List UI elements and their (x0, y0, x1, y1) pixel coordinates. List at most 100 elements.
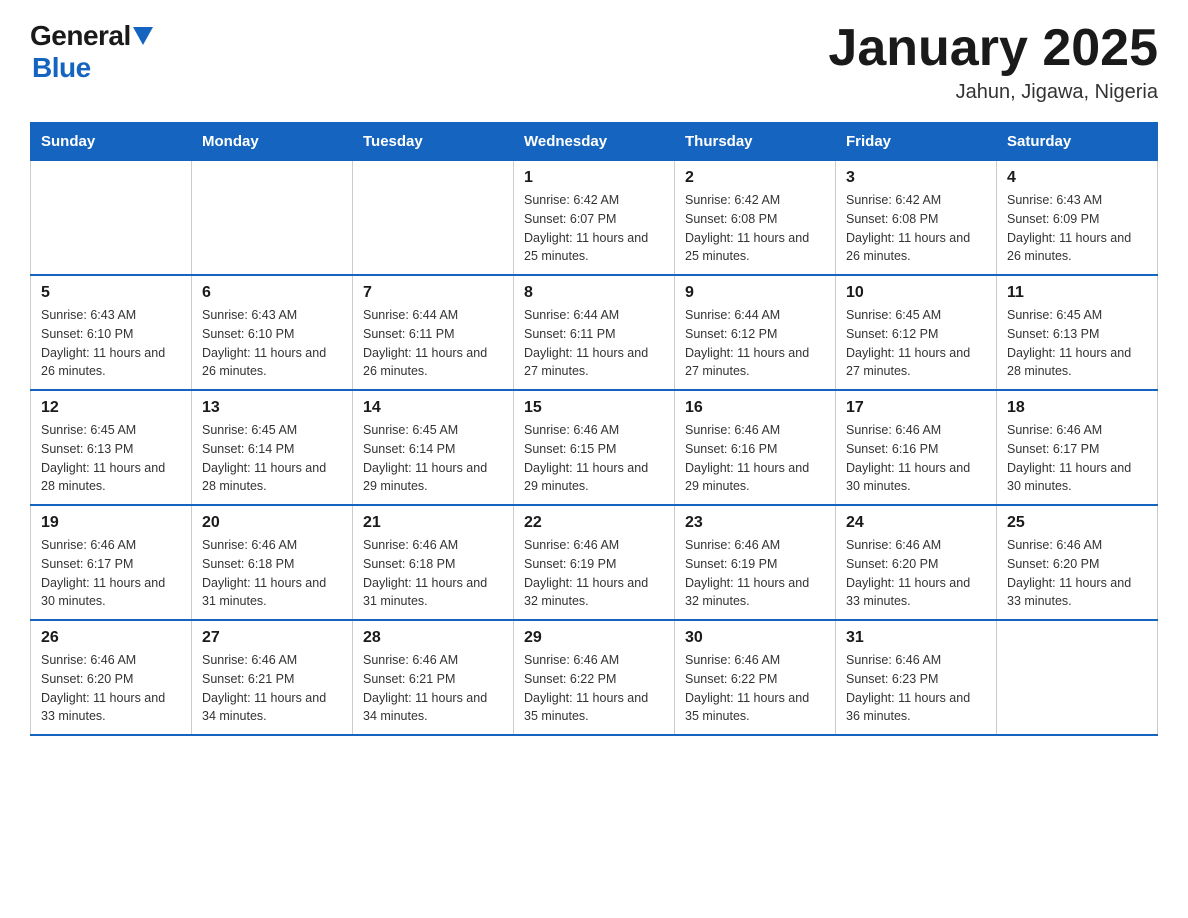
calendar-cell: 21 Sunrise: 6:46 AMSunset: 6:18 PMDayligh… (353, 505, 514, 620)
day-number: 18 (1007, 399, 1147, 417)
day-number: 5 (41, 284, 181, 302)
calendar-header-row: SundayMondayTuesdayWednesdayThursdayFrid… (31, 123, 1158, 161)
calendar-cell: 29 Sunrise: 6:46 AMSunset: 6:22 PMDayligh… (514, 620, 675, 735)
calendar-cell: 30 Sunrise: 6:46 AMSunset: 6:22 PMDayligh… (675, 620, 836, 735)
page-header: General Blue January 2025 Jahun, Jigawa,… (30, 20, 1158, 104)
day-info: Sunrise: 6:46 AMSunset: 6:19 PMDaylight:… (524, 536, 664, 611)
page-title: January 2025 (828, 20, 1158, 77)
calendar-cell: 10 Sunrise: 6:45 AMSunset: 6:12 PMDayligh… (836, 275, 997, 390)
logo-triangle-icon (133, 27, 153, 47)
calendar-week-row: 12Sunrise: 6:45 AMSunset: 6:13 PMDayligh… (31, 390, 1158, 505)
calendar-cell: 22 Sunrise: 6:46 AMSunset: 6:19 PMDayligh… (514, 505, 675, 620)
day-info: Sunrise: 6:43 AMSunset: 6:10 PMDaylight:… (41, 306, 181, 381)
calendar-day-header: Monday (192, 123, 353, 161)
day-number: 20 (202, 514, 342, 532)
calendar-cell: 26 Sunrise: 6:46 AMSunset: 6:20 PMDayligh… (31, 620, 192, 735)
calendar-cell: 14 Sunrise: 6:45 AMSunset: 6:14 PMDayligh… (353, 390, 514, 505)
day-number: 27 (202, 629, 342, 647)
calendar-cell: 4 Sunrise: 6:43 AMSunset: 6:09 PMDaylight… (997, 161, 1158, 276)
day-number: 7 (363, 284, 503, 302)
day-info: Sunrise: 6:46 AMSunset: 6:18 PMDaylight:… (202, 536, 342, 611)
day-number: 1 (524, 169, 664, 187)
calendar-cell: 2 Sunrise: 6:42 AMSunset: 6:08 PMDaylight… (675, 161, 836, 276)
calendar-cell: 15 Sunrise: 6:46 AMSunset: 6:15 PMDayligh… (514, 390, 675, 505)
day-number: 14 (363, 399, 503, 417)
calendar-cell: 16 Sunrise: 6:46 AMSunset: 6:16 PMDayligh… (675, 390, 836, 505)
calendar-cell: 24 Sunrise: 6:46 AMSunset: 6:20 PMDayligh… (836, 505, 997, 620)
day-number: 4 (1007, 169, 1147, 187)
day-info: Sunrise: 6:43 AMSunset: 6:10 PMDaylight:… (202, 306, 342, 381)
calendar-cell: 20 Sunrise: 6:46 AMSunset: 6:18 PMDayligh… (192, 505, 353, 620)
day-info: Sunrise: 6:44 AMSunset: 6:11 PMDaylight:… (363, 306, 503, 381)
logo-blue-text: Blue (32, 52, 91, 84)
day-number: 9 (685, 284, 825, 302)
day-number: 8 (524, 284, 664, 302)
calendar-cell: 3Sunrise: 6:42 AMSunset: 6:08 PMDaylight… (836, 161, 997, 276)
day-info: Sunrise: 6:46 AMSunset: 6:15 PMDaylight:… (524, 421, 664, 496)
day-number: 24 (846, 514, 986, 532)
page-subtitle: Jahun, Jigawa, Nigeria (828, 81, 1158, 104)
calendar-cell (353, 161, 514, 276)
calendar-cell: 25Sunrise: 6:46 AMSunset: 6:20 PMDayligh… (997, 505, 1158, 620)
calendar-day-header: Friday (836, 123, 997, 161)
calendar-day-header: Wednesday (514, 123, 675, 161)
day-info: Sunrise: 6:42 AMSunset: 6:07 PMDaylight:… (524, 191, 664, 266)
day-number: 21 (363, 514, 503, 532)
calendar-cell: 31 Sunrise: 6:46 AMSunset: 6:23 PMDayligh… (836, 620, 997, 735)
day-info: Sunrise: 6:46 AMSunset: 6:17 PMDaylight:… (41, 536, 181, 611)
day-info: Sunrise: 6:45 AMSunset: 6:12 PMDaylight:… (846, 306, 986, 381)
day-number: 19 (41, 514, 181, 532)
logo-general-text: General (30, 20, 131, 52)
day-info: Sunrise: 6:46 AMSunset: 6:22 PMDaylight:… (685, 651, 825, 726)
day-info: Sunrise: 6:42 AMSunset: 6:08 PMDaylight:… (846, 191, 986, 266)
day-info: Sunrise: 6:46 AMSunset: 6:17 PMDaylight:… (1007, 421, 1147, 496)
day-info: Sunrise: 6:46 AMSunset: 6:20 PMDaylight:… (846, 536, 986, 611)
day-number: 16 (685, 399, 825, 417)
calendar-cell: 28Sunrise: 6:46 AMSunset: 6:21 PMDayligh… (353, 620, 514, 735)
day-info: Sunrise: 6:45 AMSunset: 6:13 PMDaylight:… (1007, 306, 1147, 381)
calendar-cell: 8Sunrise: 6:44 AMSunset: 6:11 PMDaylight… (514, 275, 675, 390)
day-number: 10 (846, 284, 986, 302)
day-number: 2 (685, 169, 825, 187)
calendar-week-row: 19 Sunrise: 6:46 AMSunset: 6:17 PMDayligh… (31, 505, 1158, 620)
calendar-week-row: 1 Sunrise: 6:42 AMSunset: 6:07 PMDaylight… (31, 161, 1158, 276)
calendar-week-row: 5 Sunrise: 6:43 AMSunset: 6:10 PMDaylight… (31, 275, 1158, 390)
calendar-cell (192, 161, 353, 276)
calendar-cell: 7 Sunrise: 6:44 AMSunset: 6:11 PMDaylight… (353, 275, 514, 390)
calendar-week-row: 26 Sunrise: 6:46 AMSunset: 6:20 PMDayligh… (31, 620, 1158, 735)
day-number: 26 (41, 629, 181, 647)
calendar-day-header: Sunday (31, 123, 192, 161)
day-number: 29 (524, 629, 664, 647)
day-info: Sunrise: 6:46 AMSunset: 6:22 PMDaylight:… (524, 651, 664, 726)
day-number: 30 (685, 629, 825, 647)
day-number: 13 (202, 399, 342, 417)
day-info: Sunrise: 6:46 AMSunset: 6:21 PMDaylight:… (363, 651, 503, 726)
day-number: 25 (1007, 514, 1147, 532)
day-info: Sunrise: 6:46 AMSunset: 6:19 PMDaylight:… (685, 536, 825, 611)
calendar-cell: 19 Sunrise: 6:46 AMSunset: 6:17 PMDayligh… (31, 505, 192, 620)
day-info: Sunrise: 6:46 AMSunset: 6:23 PMDaylight:… (846, 651, 986, 726)
day-info: Sunrise: 6:42 AMSunset: 6:08 PMDaylight:… (685, 191, 825, 266)
calendar-day-header: Saturday (997, 123, 1158, 161)
day-info: Sunrise: 6:44 AMSunset: 6:12 PMDaylight:… (685, 306, 825, 381)
day-info: Sunrise: 6:46 AMSunset: 6:16 PMDaylight:… (846, 421, 986, 496)
day-number: 22 (524, 514, 664, 532)
day-info: Sunrise: 6:46 AMSunset: 6:16 PMDaylight:… (685, 421, 825, 496)
calendar-cell: 11 Sunrise: 6:45 AMSunset: 6:13 PMDayligh… (997, 275, 1158, 390)
calendar-cell: 9 Sunrise: 6:44 AMSunset: 6:12 PMDaylight… (675, 275, 836, 390)
day-info: Sunrise: 6:46 AMSunset: 6:18 PMDaylight:… (363, 536, 503, 611)
calendar-day-header: Thursday (675, 123, 836, 161)
day-info: Sunrise: 6:45 AMSunset: 6:14 PMDaylight:… (363, 421, 503, 496)
calendar-cell: 13 Sunrise: 6:45 AMSunset: 6:14 PMDayligh… (192, 390, 353, 505)
day-info: Sunrise: 6:45 AMSunset: 6:14 PMDaylight:… (202, 421, 342, 496)
calendar-cell: 1 Sunrise: 6:42 AMSunset: 6:07 PMDaylight… (514, 161, 675, 276)
day-number: 31 (846, 629, 986, 647)
calendar-cell: 27Sunrise: 6:46 AMSunset: 6:21 PMDayligh… (192, 620, 353, 735)
day-number: 15 (524, 399, 664, 417)
calendar-cell: 23Sunrise: 6:46 AMSunset: 6:19 PMDayligh… (675, 505, 836, 620)
calendar-cell: 17Sunrise: 6:46 AMSunset: 6:16 PMDayligh… (836, 390, 997, 505)
day-info: Sunrise: 6:43 AMSunset: 6:09 PMDaylight:… (1007, 191, 1147, 266)
calendar-cell: 18 Sunrise: 6:46 AMSunset: 6:17 PMDayligh… (997, 390, 1158, 505)
day-info: Sunrise: 6:46 AMSunset: 6:20 PMDaylight:… (41, 651, 181, 726)
day-number: 11 (1007, 284, 1147, 302)
